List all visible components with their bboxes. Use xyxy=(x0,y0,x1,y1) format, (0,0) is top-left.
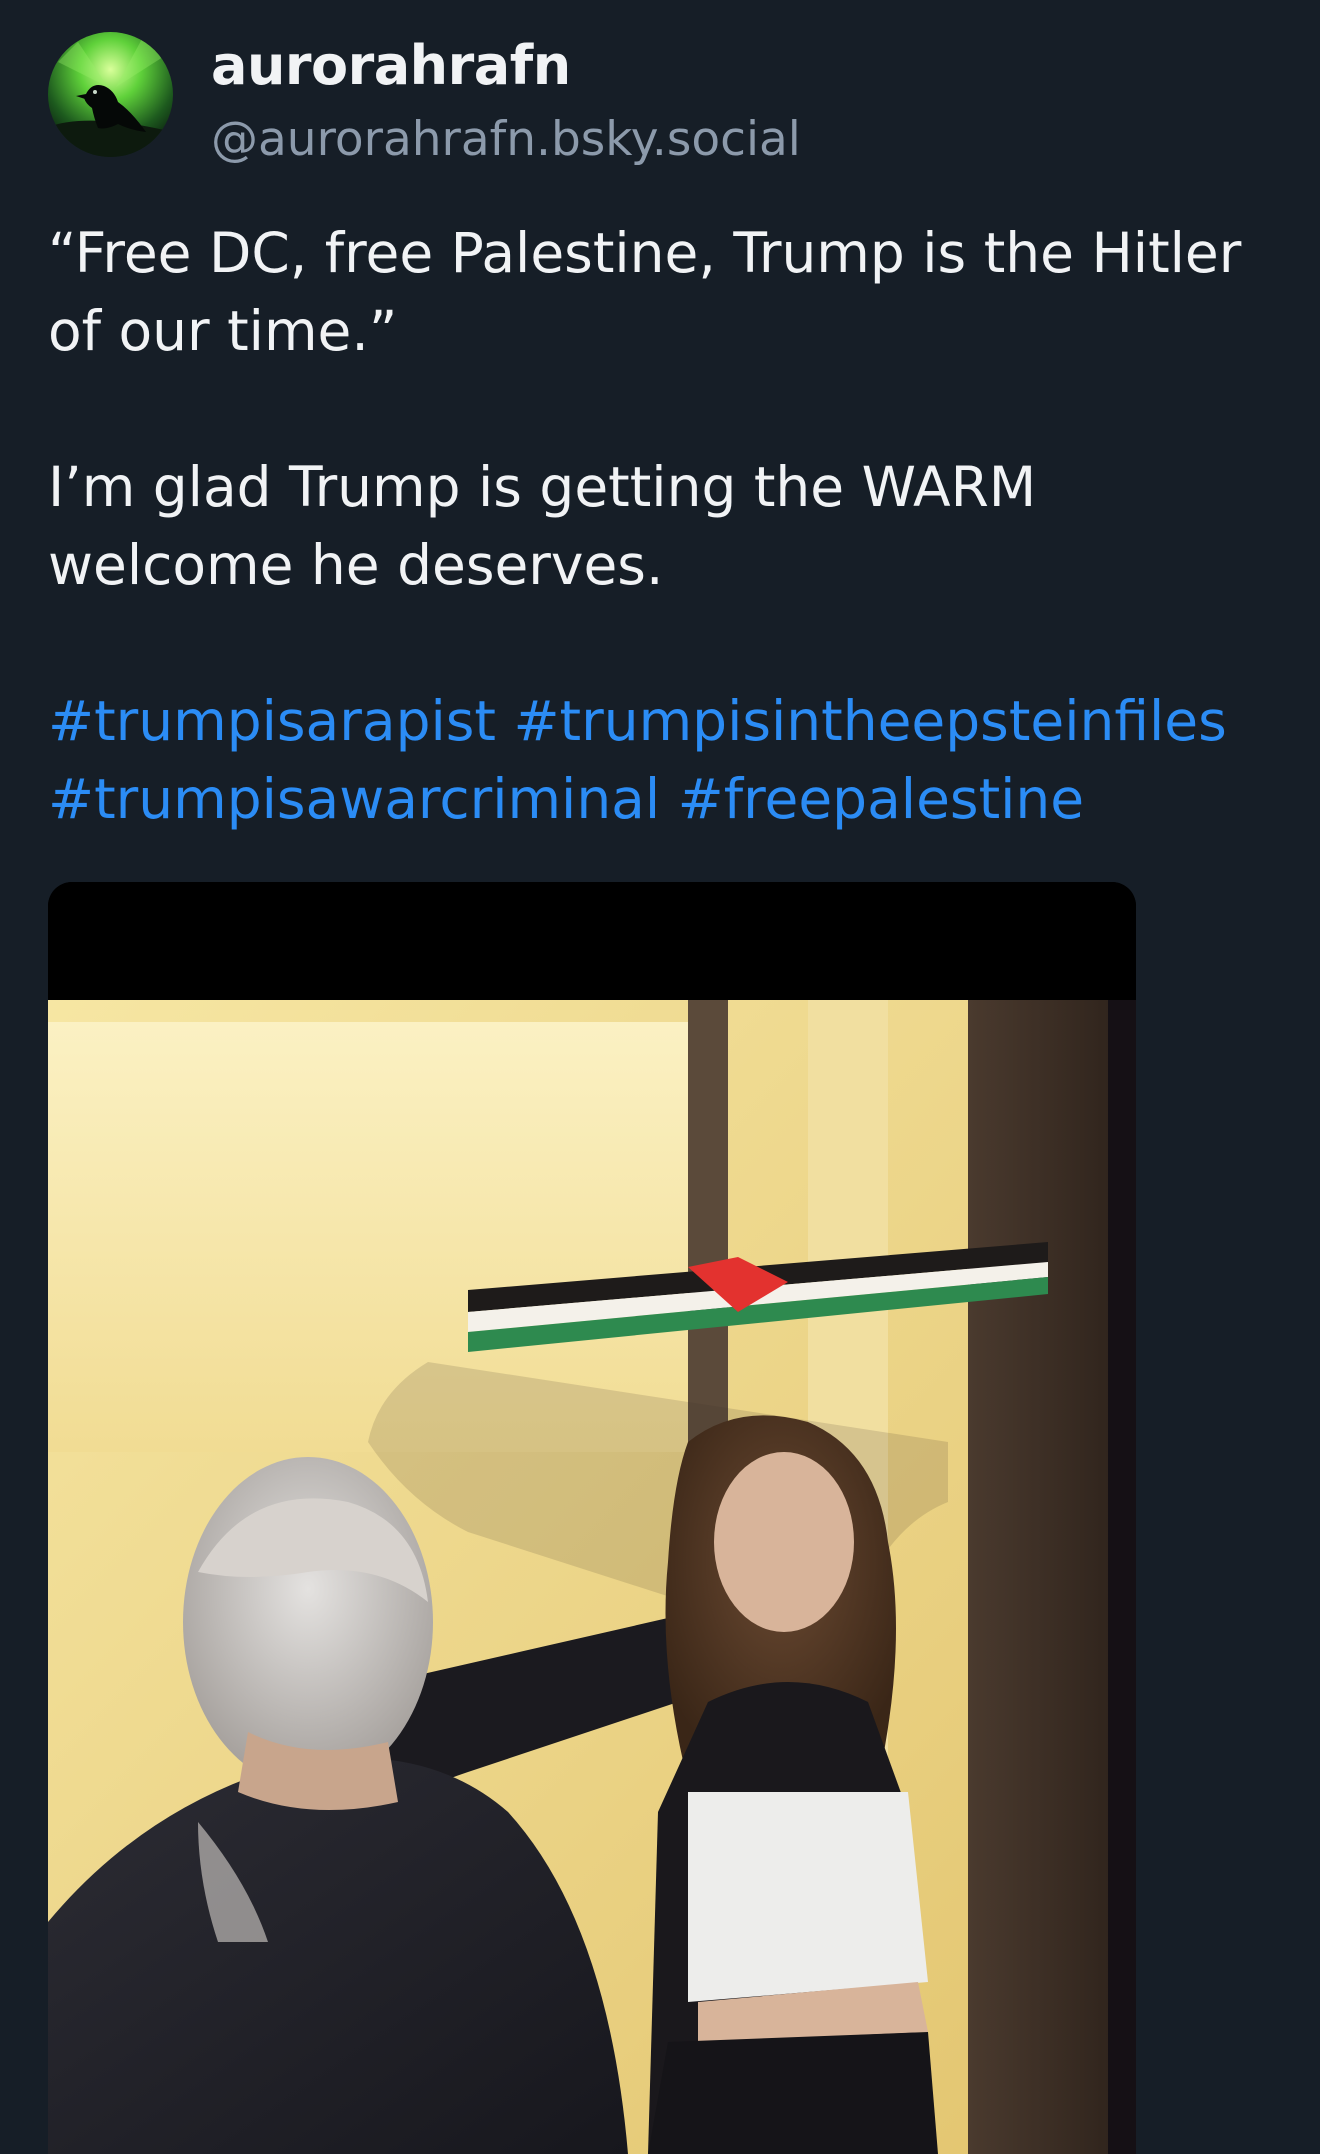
raven-aurora-avatar-icon xyxy=(48,32,173,157)
post-paragraph: I’m glad Trump is getting the WARM welco… xyxy=(48,455,1037,597)
post-paragraph: “Free DC, free Palestine, Trump is the H… xyxy=(48,221,1242,363)
author-avatar[interactable] xyxy=(48,32,173,157)
video-thumbnail[interactable] xyxy=(48,882,1136,2154)
post-text: “Free DC, free Palestine, Trump is the H… xyxy=(48,214,1288,604)
author-handle[interactable]: @aurorahrafn.bsky.social xyxy=(211,112,801,167)
author-display-name[interactable]: aurorahrafn xyxy=(211,34,571,97)
video-frame-image xyxy=(48,882,1136,2154)
hashtag-link[interactable]: #freepalestine xyxy=(678,767,1084,831)
hashtag-link[interactable]: #trumpisintheepsteinfiles xyxy=(513,689,1226,753)
hashtag-link[interactable]: #trumpisarapist xyxy=(48,689,496,753)
post-card: aurorahrafn @aurorahrafn.bsky.social “Fr… xyxy=(0,0,1320,2154)
hashtag-link[interactable]: #trumpisawarcriminal xyxy=(48,767,660,831)
hashtag-list: #trumpisarapist #trumpisintheepsteinfile… xyxy=(48,682,1298,838)
